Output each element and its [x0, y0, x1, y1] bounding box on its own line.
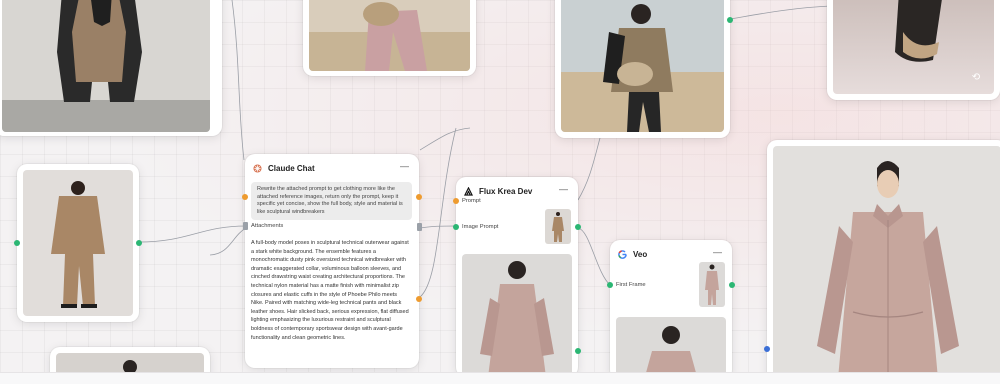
minimize-button[interactable]: —: [713, 247, 722, 257]
flux-logo-icon: [464, 186, 473, 196]
veo-node[interactable]: Veo — First Frame: [610, 240, 732, 380]
first-frame-input-port[interactable]: [607, 282, 613, 288]
node-header[interactable]: Claude Chat —: [253, 160, 411, 176]
image-prompt-label: Image Prompt: [462, 224, 499, 230]
claude-chat-node[interactable]: Claude Chat — Rewrite the attached promp…: [245, 154, 419, 368]
minimize-button[interactable]: —: [400, 161, 409, 171]
output-port[interactable]: [575, 348, 581, 354]
generated-image[interactable]: [309, 0, 470, 71]
image-prompt-input-port[interactable]: [453, 224, 459, 230]
output-port[interactable]: [14, 240, 20, 246]
generated-image[interactable]: [561, 0, 724, 132]
node-header[interactable]: Veo —: [618, 246, 724, 262]
response-text: A full-body model poses in sculptural te…: [251, 240, 409, 341]
image-node-top-sand[interactable]: [303, 0, 476, 76]
generated-image[interactable]: [462, 254, 572, 377]
attachments-label: Attachments: [251, 223, 284, 229]
output-port[interactable]: [136, 240, 142, 246]
input-port[interactable]: [242, 194, 248, 200]
image-node-large-output[interactable]: [767, 140, 1000, 384]
generated-image[interactable]: [2, 0, 210, 132]
video-output[interactable]: [616, 317, 726, 380]
input-port[interactable]: [727, 17, 733, 23]
node-title: Claude Chat: [268, 163, 315, 173]
image-node-top-beach[interactable]: [555, 0, 730, 138]
image-node-top-left[interactable]: [0, 0, 222, 136]
image-prompt-thumbnail[interactable]: [545, 209, 571, 244]
attachments-port[interactable]: [417, 223, 422, 231]
reference-image[interactable]: [23, 170, 133, 316]
attachments-port[interactable]: [243, 222, 248, 230]
output-port[interactable]: [729, 282, 735, 288]
minimize-button[interactable]: —: [559, 184, 568, 194]
output-port[interactable]: [575, 224, 581, 230]
claude-logo-icon: [253, 163, 262, 173]
image-node-top-right[interactable]: ⟲: [827, 0, 1000, 100]
image-node-reference[interactable]: [17, 164, 139, 322]
generated-image[interactable]: [773, 146, 1000, 384]
flux-krea-dev-node[interactable]: Flux Krea Dev — Prompt Image Prompt: [456, 177, 578, 377]
refresh-icon[interactable]: ⟲: [970, 72, 982, 84]
prompt-input-port[interactable]: [453, 198, 459, 204]
input-port[interactable]: [764, 346, 770, 352]
node-title: Veo: [633, 249, 648, 259]
generated-image[interactable]: ⟲: [833, 0, 994, 94]
output-port[interactable]: [416, 296, 422, 302]
bottom-toolbar: [0, 372, 1000, 384]
input-port[interactable]: [416, 194, 422, 200]
workflow-canvas[interactable]: ⟲ Claude Chat — Rewrite the attached pro…: [0, 0, 1000, 384]
prompt-input[interactable]: Rewrite the attached prompt to get cloth…: [251, 182, 412, 220]
node-title: Flux Krea Dev: [479, 186, 533, 196]
google-logo-icon: [618, 249, 627, 259]
node-header[interactable]: Flux Krea Dev —: [464, 183, 570, 199]
prompt-label: Prompt: [462, 198, 481, 204]
first-frame-thumbnail[interactable]: [699, 262, 725, 307]
first-frame-label: First Frame: [616, 282, 646, 288]
